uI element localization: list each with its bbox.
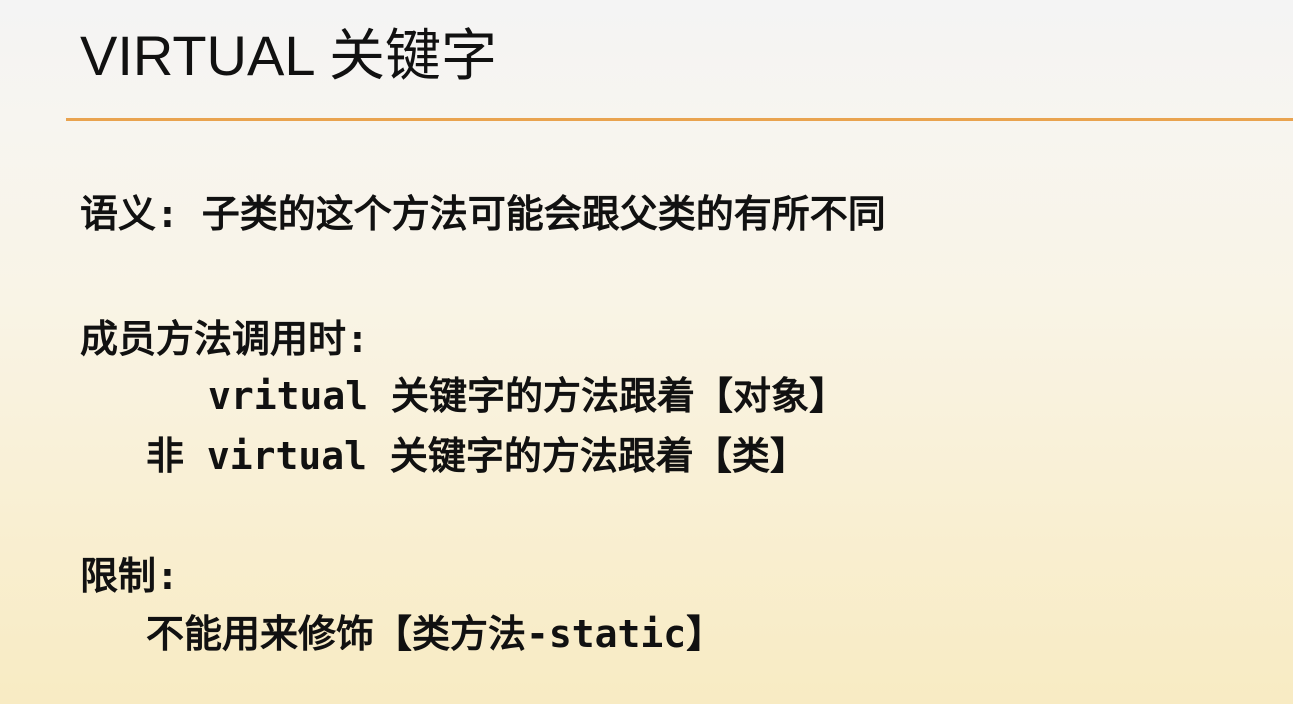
slide: VIRTUAL 关键字 语义: 子类的这个方法可能会跟父类的有所不同 成员方法调…: [0, 0, 1293, 704]
limits-heading: 限制:: [80, 554, 179, 598]
member-call-heading: 成员方法调用时:: [80, 317, 369, 361]
semantics-text: 语义: 子类的这个方法可能会跟父类的有所不同: [80, 192, 886, 236]
virtual-method-line: vritual 关键字的方法跟着【对象】: [208, 374, 848, 418]
non-virtual-method-line: 非 virtual 关键字的方法跟着【类】: [146, 434, 808, 478]
title-divider: [66, 118, 1293, 121]
limits-item: 不能用来修饰【类方法-static】: [146, 612, 725, 656]
slide-title: VIRTUAL 关键字: [80, 24, 497, 87]
